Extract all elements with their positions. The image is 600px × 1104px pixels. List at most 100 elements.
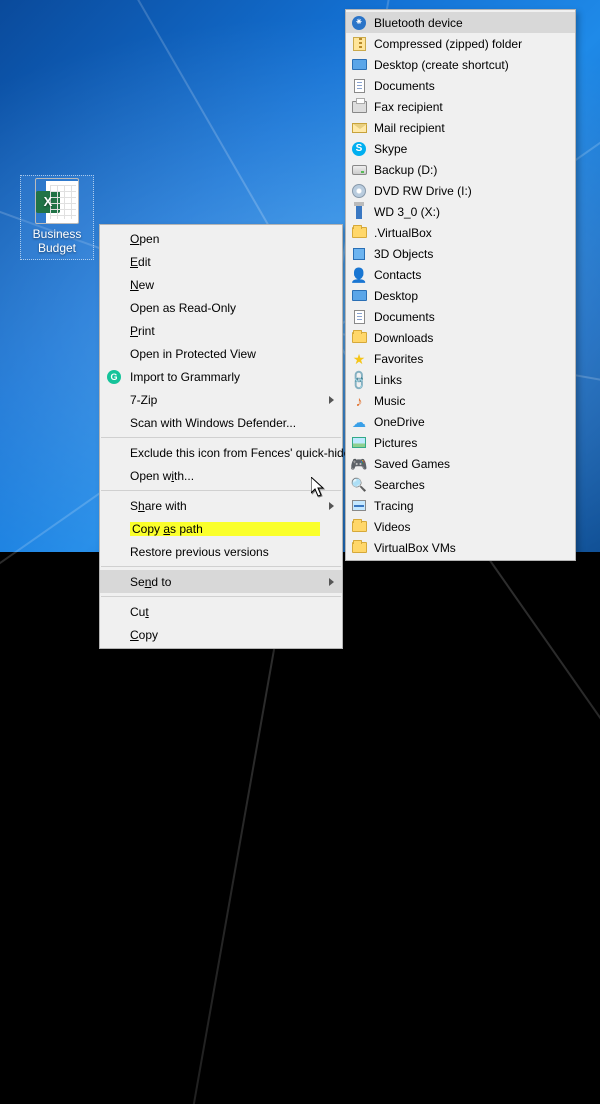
people-icon: 👤: [351, 267, 367, 283]
sendto-item-backup-d[interactable]: Backup (D:): [346, 159, 575, 180]
context-menu: Open Edit New Open as Read-Only Print Open in…: [99, 224, 343, 649]
excel-file-icon: [35, 178, 79, 224]
sendto-item-onedrive[interactable]: ☁OneDrive: [346, 411, 575, 432]
send-to-submenu: ⁕ Bluetooth device Compressed (zipped) fol…: [345, 9, 576, 561]
menu-item-label: WD 3_0 (X:): [374, 205, 553, 219]
sendto-item-documents[interactable]: Documents: [346, 306, 575, 327]
sendto-item-virtualbox[interactable]: .VirtualBox: [346, 222, 575, 243]
menu-item-7-zip[interactable]: 7-Zip: [100, 388, 342, 411]
menu-item-label: Contacts: [374, 268, 553, 282]
menu-item-label: New: [130, 278, 320, 292]
menu-item-cut[interactable]: Cut: [100, 600, 342, 623]
blank-icon: [106, 521, 122, 537]
menu-item-label: Skype: [374, 142, 553, 156]
blank-icon: [106, 323, 122, 339]
sendto-item-compressed-zipped-folder[interactable]: Compressed (zipped) folder: [346, 33, 575, 54]
menu-item-label: Desktop (create shortcut): [374, 58, 553, 72]
usb-icon: [351, 204, 367, 220]
menu-item-label: Scan with Windows Defender...: [130, 416, 320, 430]
menu-item-edit[interactable]: Edit: [100, 250, 342, 273]
folder-icon: [351, 540, 367, 556]
menu-item-copy-as-path[interactable]: Copy as path: [100, 517, 342, 540]
menu-item-share-with[interactable]: Share with: [100, 494, 342, 517]
sendto-item-skype[interactable]: S Skype: [346, 138, 575, 159]
menu-item-label: Tracing: [374, 499, 553, 513]
blank-icon: [106, 415, 122, 431]
sendto-item-downloads[interactable]: Downloads: [346, 327, 575, 348]
blank-icon: [106, 346, 122, 362]
desktop-file-icon[interactable]: Business Budget: [20, 175, 94, 260]
menu-item-label: Open with...: [130, 469, 320, 483]
menu-item-label: Compressed (zipped) folder: [374, 37, 553, 51]
menu-item-copy[interactable]: Copy: [100, 623, 342, 646]
menu-item-label: Downloads: [374, 331, 553, 345]
menu-item-label: Share with: [130, 499, 320, 513]
sendto-item-music[interactable]: ♪ Music: [346, 390, 575, 411]
folder-icon: [351, 519, 367, 535]
menu-item-label: Open in Protected View: [130, 347, 320, 361]
sendto-item-contacts[interactable]: 👤 Contacts: [346, 264, 575, 285]
sendto-item-desktop-create-shortcut[interactable]: Desktop (create shortcut): [346, 54, 575, 75]
menu-item-label: .VirtualBox: [374, 226, 553, 240]
menu-item-label: Documents: [374, 310, 553, 324]
link-icon: 🔗: [351, 372, 367, 388]
menu-item-scan-with-windows-defender[interactable]: Scan with Windows Defender...: [100, 411, 342, 434]
menu-item-new[interactable]: New: [100, 273, 342, 296]
menu-item-open-as-read-only[interactable]: Open as Read-Only: [100, 296, 342, 319]
sendto-item-saved-games[interactable]: 🎮Saved Games: [346, 453, 575, 474]
menu-item-label: Cut: [130, 605, 320, 619]
sendto-item-wd-3-0-x[interactable]: WD 3_0 (X:): [346, 201, 575, 222]
blank-icon: [106, 277, 122, 293]
note-icon: ♪: [351, 393, 367, 409]
blank-icon: [106, 300, 122, 316]
search-icon: 🔍: [351, 477, 367, 493]
sendto-item-documents[interactable]: Documents: [346, 75, 575, 96]
menu-item-label: Edit: [130, 255, 320, 269]
menu-item-label: Saved Games: [374, 457, 553, 471]
bt-icon: ⁕: [351, 15, 367, 31]
blank-icon: [106, 604, 122, 620]
menu-item-print[interactable]: Print: [100, 319, 342, 342]
sendto-item-3d-objects[interactable]: 3D Objects: [346, 243, 575, 264]
menu-item-open-in-protected-view[interactable]: Open in Protected View: [100, 342, 342, 365]
zip-icon: [351, 36, 367, 52]
sendto-item-dvd-rw-drive-i[interactable]: DVD RW Drive (I:): [346, 180, 575, 201]
menu-item-label: Mail recipient: [374, 121, 553, 135]
monitor-icon: [351, 288, 367, 304]
sendto-item-searches[interactable]: 🔍Searches: [346, 474, 575, 495]
disc-icon: [351, 183, 367, 199]
menu-item-send-to[interactable]: Send to: [100, 570, 342, 593]
menu-item-label: Copy: [130, 628, 320, 642]
menu-item-label: Backup (D:): [374, 163, 553, 177]
mouse-cursor-icon: [311, 477, 327, 499]
menu-separator: [101, 596, 341, 597]
menu-item-open[interactable]: Open: [100, 227, 342, 250]
menu-item-label: OneDrive: [374, 415, 553, 429]
sendto-item-virtualbox-vms[interactable]: VirtualBox VMs: [346, 537, 575, 558]
menu-item-exclude-this-icon-from-fences-quick-hide[interactable]: Exclude this icon from Fences' quick-hid…: [100, 441, 342, 464]
menu-separator: [101, 437, 341, 438]
sendto-item-videos[interactable]: Videos: [346, 516, 575, 537]
sendto-item-bluetooth-device[interactable]: ⁕ Bluetooth device: [346, 12, 575, 33]
menu-item-label: Music: [374, 394, 553, 408]
sendto-item-links[interactable]: 🔗Links: [346, 369, 575, 390]
menu-item-import-to-grammarly[interactable]: GImport to Grammarly: [100, 365, 342, 388]
skype-icon: S: [351, 141, 367, 157]
menu-item-label: Bluetooth device: [374, 16, 553, 30]
menu-item-open-with[interactable]: Open with...: [100, 464, 342, 487]
submenu-arrow-icon: [329, 578, 334, 586]
menu-item-label: Send to: [130, 575, 320, 589]
sendto-item-tracing[interactable]: Tracing: [346, 495, 575, 516]
sendto-item-mail-recipient[interactable]: Mail recipient: [346, 117, 575, 138]
sendto-item-favorites[interactable]: ★Favorites: [346, 348, 575, 369]
blank-icon: [106, 574, 122, 590]
sendto-item-fax-recipient[interactable]: Fax recipient: [346, 96, 575, 117]
menu-separator: [101, 566, 341, 567]
sendto-item-desktop[interactable]: Desktop: [346, 285, 575, 306]
menu-item-label: Print: [130, 324, 320, 338]
sendto-item-pictures[interactable]: Pictures: [346, 432, 575, 453]
menu-separator: [101, 490, 341, 491]
menu-item-label: Documents: [374, 79, 553, 93]
docpg-icon: [351, 78, 367, 94]
menu-item-label: Open as Read-Only: [130, 301, 320, 315]
